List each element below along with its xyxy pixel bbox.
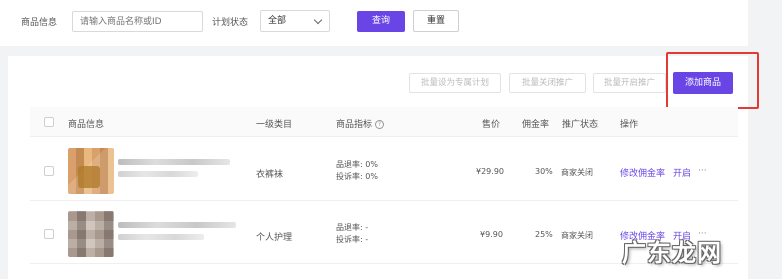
header-category: 一级类目 (256, 120, 293, 130)
product-thumbnail[interactable] (68, 211, 114, 257)
blurred-product-id (118, 171, 198, 177)
row-price: ¥29.90 (476, 167, 504, 176)
product-info-filter-label: 商品信息 (21, 18, 58, 28)
header-product-info: 商品信息 (68, 120, 105, 130)
chevron-down-icon (313, 15, 323, 25)
enable-promo-link[interactable]: 开启 (673, 166, 691, 179)
more-actions-icon[interactable]: ··· (698, 166, 707, 176)
complaint-rate: 投诉率: - (336, 235, 369, 244)
help-icon[interactable]: ? (375, 120, 385, 129)
header-metrics-label: 商品指标 (336, 120, 373, 130)
blurred-product-title (118, 222, 236, 228)
batch-open-promo-button[interactable]: 批量开启推广 (593, 73, 666, 93)
header-actions: 操作 (620, 120, 639, 130)
watermark: 广东龙网 (622, 239, 722, 267)
filter-bar: 商品信息 计划状态 全部 查询 重置 (0, 0, 748, 46)
blurred-product-id (118, 234, 204, 240)
right-gutter (748, 0, 782, 279)
row-commission: 30% (535, 167, 553, 176)
row-metrics: 品退率: 0% 投诉率: 0% (336, 159, 378, 183)
row-checkbox[interactable] (44, 166, 54, 176)
row-price: ¥9.90 (480, 230, 503, 239)
add-product-button[interactable]: 添加商品 (673, 72, 733, 94)
batch-exclusive-plan-button[interactable]: 批量设为专属计划 (409, 73, 501, 93)
blurred-product-title (118, 159, 230, 165)
row-status: 商家关闭 (561, 168, 593, 177)
refund-rate: 品退率: 0% (336, 160, 378, 169)
header-promo-status: 推广状态 (562, 120, 599, 130)
batch-close-promo-button[interactable]: 批量关闭推广 (509, 73, 586, 93)
plan-status-value: 全部 (268, 16, 287, 26)
select-all-checkbox[interactable] (44, 117, 54, 127)
query-button[interactable]: 查询 (357, 11, 405, 32)
row-commission: 25% (535, 230, 553, 239)
plan-status-filter-label: 计划状态 (212, 18, 249, 28)
header-metrics: 商品指标? (336, 117, 385, 130)
header-commission: 佣金率 (522, 120, 550, 130)
product-thumbnail[interactable] (68, 148, 114, 194)
row-category: 个人护理 (256, 233, 293, 243)
table-header: 商品信息 一级类目 商品指标? 售价 佣金率 推广状态 操作 (30, 107, 738, 137)
row-category: 衣裤袜 (256, 170, 284, 180)
plan-status-select[interactable]: 全部 (260, 10, 330, 32)
row-status: 商家关闭 (561, 231, 593, 240)
row-checkbox[interactable] (44, 229, 54, 239)
edit-commission-link[interactable]: 修改佣金率 (620, 166, 665, 179)
refund-rate: 品退率: - (336, 223, 369, 232)
complaint-rate: 投诉率: 0% (336, 172, 378, 181)
table-row: 衣裤袜 品退率: 0% 投诉率: 0% ¥29.90 30% 商家关闭 修改佣金… (30, 141, 738, 201)
row-metrics: 品退率: - 投诉率: - (336, 222, 368, 246)
reset-button[interactable]: 重置 (413, 10, 459, 32)
header-price: 售价 (482, 120, 501, 130)
product-search-input[interactable] (72, 11, 203, 32)
